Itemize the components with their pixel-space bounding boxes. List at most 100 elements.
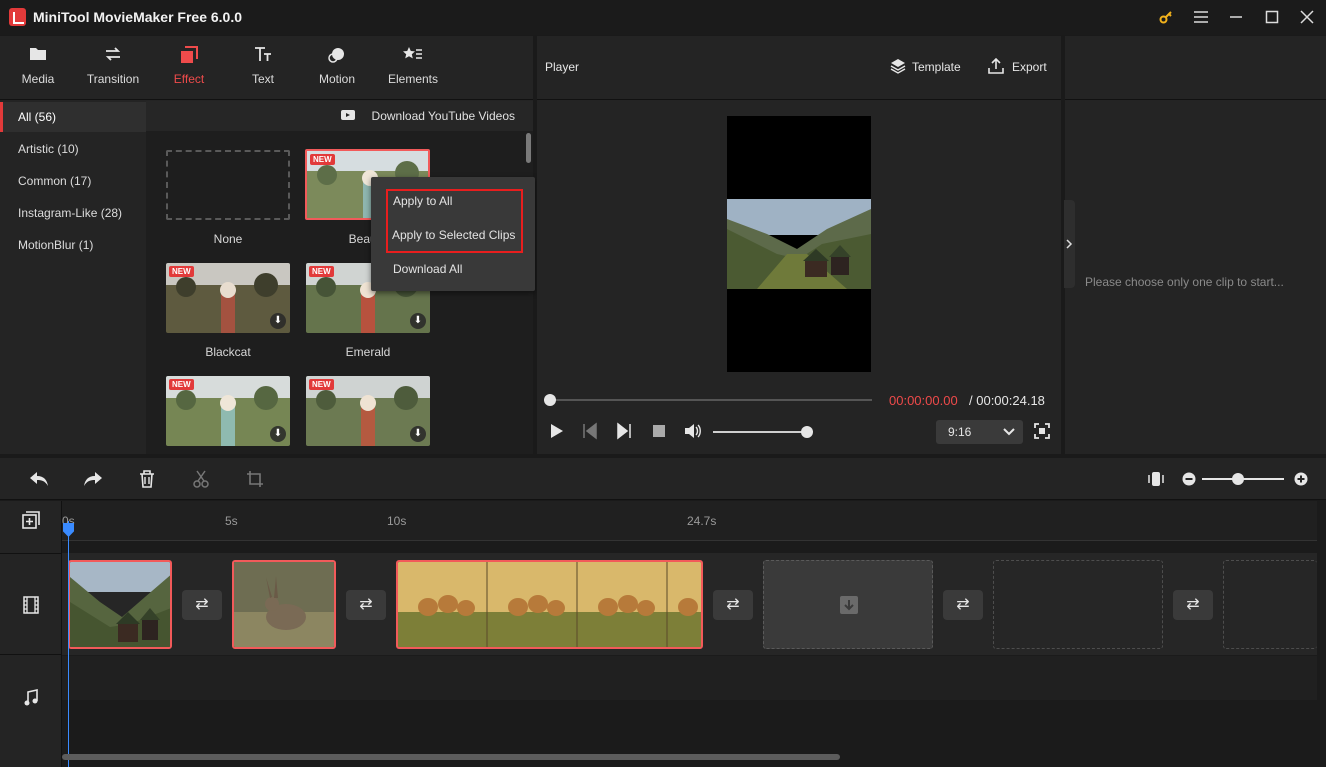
progress-bar[interactable]	[547, 399, 872, 401]
fullscreen-icon[interactable]	[1034, 423, 1050, 439]
category-common[interactable]: Common (17)	[0, 166, 146, 196]
motion-icon	[302, 46, 372, 68]
effect-icon	[154, 46, 224, 68]
swap-arrows-icon	[78, 46, 148, 68]
timeline-toolbar	[0, 458, 1326, 500]
transition-slot[interactable]: ⇄	[943, 590, 983, 620]
video-clip-hare[interactable]	[232, 560, 336, 649]
category-motionblur[interactable]: MotionBlur (1)	[0, 230, 146, 260]
current-time: 00:00:00.00	[889, 393, 958, 408]
download-icon[interactable]: ⬇	[270, 313, 286, 329]
effect-thumbnail[interactable]: NEW ⬇	[306, 376, 430, 446]
import-icon	[840, 596, 858, 614]
export-button[interactable]: Export	[988, 57, 1047, 74]
tab-transition[interactable]: Transition	[78, 46, 148, 96]
main-toolbar: Media Transition Effect Text Motion Elem…	[0, 36, 533, 100]
undo-icon[interactable]	[29, 471, 49, 487]
film-icon	[23, 596, 39, 614]
download-icon[interactable]: ⬇	[270, 426, 286, 442]
youtube-download-bar[interactable]: Download YouTube Videos	[146, 101, 533, 131]
download-icon[interactable]: ⬇	[410, 426, 426, 442]
transition-slot[interactable]: ⇄	[182, 590, 222, 620]
video-clip-lions[interactable]	[396, 560, 703, 649]
properties-panel: Please choose only one clip to start...	[1064, 36, 1326, 454]
drop-media-slot[interactable]	[763, 560, 933, 649]
transition-slot[interactable]: ⇄	[713, 590, 753, 620]
effect-name: Blackcat	[205, 345, 251, 359]
effects-scrollbar[interactable]	[526, 133, 531, 163]
timeline: 0s 5s 10s 24.7s ⇄ ⇄ ⇄	[0, 501, 1326, 767]
volume-icon[interactable]	[684, 422, 702, 440]
add-track-icon[interactable]	[22, 511, 40, 529]
volume-handle[interactable]	[801, 426, 813, 438]
crop-icon[interactable]	[246, 470, 264, 488]
properties-header	[1065, 36, 1326, 100]
playhead[interactable]	[68, 521, 69, 767]
category-instagram-like[interactable]: Instagram-Like (28)	[0, 198, 146, 228]
tab-effect[interactable]: Effect	[154, 46, 224, 96]
audio-track[interactable]	[62, 656, 1317, 700]
empty-clip-slot[interactable]	[993, 560, 1163, 649]
play-icon[interactable]	[547, 422, 565, 440]
volume-slider[interactable]	[713, 431, 806, 433]
timeline-scrollbar[interactable]	[62, 754, 840, 760]
music-icon	[24, 689, 38, 706]
delete-icon[interactable]	[139, 470, 155, 488]
transition-slot[interactable]: ⇄	[346, 590, 386, 620]
title-bar: MiniTool MovieMaker Free 6.0.0	[0, 0, 1326, 35]
text-icon	[228, 46, 298, 68]
video-preview	[727, 116, 871, 372]
player-panel: Player Template Export 00:00:00.00 / 00:…	[537, 36, 1061, 454]
app-logo-icon	[9, 8, 26, 26]
key-icon[interactable]	[1153, 5, 1179, 29]
tick-label: 5s	[225, 514, 238, 528]
stop-icon[interactable]	[650, 422, 668, 440]
time-ruler[interactable]: 0s 5s 10s 24.7s	[62, 501, 1317, 541]
total-time: / 00:00:24.18	[969, 393, 1045, 408]
transition-slot[interactable]: ⇄	[1173, 590, 1213, 620]
scissors-icon[interactable]	[192, 470, 210, 488]
progress-handle[interactable]	[544, 394, 556, 406]
minimize-button[interactable]	[1223, 5, 1249, 29]
category-all[interactable]: All (56)	[0, 102, 146, 132]
redo-icon[interactable]	[83, 471, 103, 487]
tab-media[interactable]: Media	[3, 46, 73, 96]
effect-none-thumbnail[interactable]	[166, 150, 290, 220]
previous-frame-icon[interactable]	[581, 422, 599, 440]
empty-clip-slot[interactable]	[1223, 560, 1317, 649]
tab-text[interactable]: Text	[228, 46, 298, 96]
template-button[interactable]: Template	[890, 58, 961, 74]
track-header	[0, 501, 62, 767]
next-frame-icon[interactable]	[615, 422, 633, 440]
video-track-header	[0, 553, 62, 655]
effect-name: Emerald	[345, 345, 391, 359]
menu-icon[interactable]	[1188, 5, 1214, 29]
maximize-button[interactable]	[1259, 5, 1285, 29]
collapse-panel-button[interactable]	[1064, 200, 1075, 288]
layers-icon	[890, 59, 906, 74]
video-clip-mountains[interactable]	[68, 560, 172, 649]
zoom-out-icon[interactable]	[1182, 472, 1196, 486]
player-header: Player Template Export	[537, 36, 1061, 100]
tick-label: 24.7s	[687, 514, 717, 528]
properties-hint: Please choose only one clip to start...	[1085, 275, 1284, 289]
close-button[interactable]	[1294, 5, 1320, 29]
menu-download-all[interactable]: Download All	[393, 262, 462, 276]
chevron-down-icon	[1003, 428, 1015, 436]
aspect-ratio-select[interactable]: 9:16	[936, 420, 1023, 444]
zoom-handle[interactable]	[1232, 473, 1244, 485]
fit-timeline-icon[interactable]	[1148, 470, 1164, 488]
player-title: Player	[545, 60, 580, 74]
download-youtube-label: Download YouTube Videos	[371, 109, 515, 123]
youtube-download-icon	[341, 110, 355, 120]
tab-elements[interactable]: Elements	[378, 46, 448, 96]
window-title: MiniTool MovieMaker Free 6.0.0	[33, 9, 243, 25]
effect-thumbnail[interactable]: NEW ⬇	[166, 376, 290, 446]
download-icon[interactable]: ⬇	[410, 313, 426, 329]
tab-motion[interactable]: Motion	[302, 46, 372, 96]
zoom-in-icon[interactable]	[1294, 472, 1308, 486]
folder-icon	[3, 46, 73, 68]
category-artistic[interactable]: Artistic (10)	[0, 134, 146, 164]
effect-blackcat-thumbnail[interactable]: NEW ⬇	[166, 263, 290, 333]
effect-name: None	[213, 232, 243, 246]
